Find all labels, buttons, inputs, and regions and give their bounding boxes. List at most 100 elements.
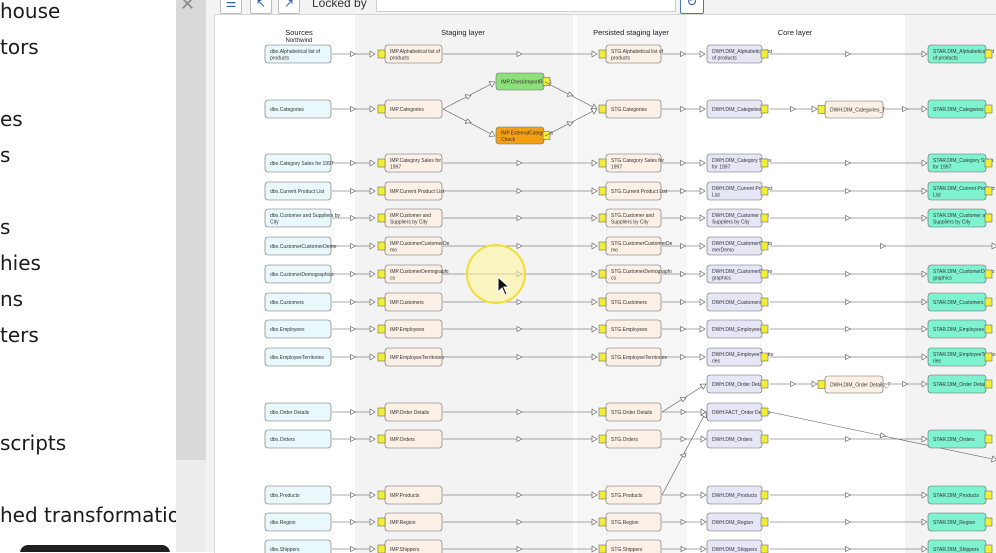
- persisted-node[interactable]: STG.CustomerDemographics: [598, 264, 672, 284]
- core-node[interactable]: DWH.DIM_Region: [706, 512, 769, 532]
- staging-node[interactable]: IMP.CustomerCustomerDemo: [377, 236, 450, 256]
- node-label: IMP.Current Product List: [390, 189, 445, 195]
- source-node[interactable]: dbo.Employees: [264, 319, 332, 339]
- sidebar-scrollbar[interactable]: [176, 0, 206, 460]
- core-transform-node[interactable]: DWH.DIM_Categories_T: [817, 100, 885, 119]
- persisted-node[interactable]: STG.Orders: [598, 429, 662, 449]
- core-transform-node[interactable]: DWH.DIM_Order Details_T: [817, 375, 891, 394]
- close-icon[interactable]: ✕: [180, 0, 195, 15]
- source-node[interactable]: dbo.Categories: [264, 99, 332, 119]
- star-node[interactable]: STAR.DIM_EmployeeTerritories: [927, 347, 996, 367]
- staging-node[interactable]: IMP.Category Sales for1997: [377, 153, 443, 173]
- source-node[interactable]: dbo.Products: [264, 485, 332, 505]
- source-node[interactable]: dbo.Shippers: [264, 539, 332, 553]
- star-node[interactable]: STAR.DIM_Shippers: [927, 539, 993, 553]
- sidebar-item[interactable]: ns: [0, 287, 23, 311]
- persisted-node[interactable]: STG.Current Product List: [598, 181, 668, 201]
- sidebar-item[interactable]: scripts: [0, 431, 66, 455]
- source-node[interactable]: dbo.Category Sales for 1997: [264, 153, 334, 173]
- node-label: DWH.DIM_Customers: [712, 300, 762, 306]
- locked-by-field[interactable]: [376, 0, 676, 12]
- staging-node[interactable]: IMP.EmployeeTerritories: [377, 347, 444, 367]
- staging-node[interactable]: IMP.Region: [377, 512, 443, 532]
- staging-node[interactable]: IMP.Current Product List: [377, 181, 445, 201]
- node-badge: [984, 297, 993, 307]
- star-node[interactable]: STAR.DIM_Current ProductList: [927, 181, 995, 201]
- sidebar-item[interactable]: tors: [0, 35, 39, 59]
- source-node[interactable]: dbo.Order Details: [264, 402, 332, 422]
- node-label: ries: [712, 358, 721, 364]
- node-badge: [984, 352, 993, 362]
- persisted-node[interactable]: STG.Customers: [598, 292, 662, 312]
- cursor-highlight: [466, 244, 526, 304]
- staging-node[interactable]: IMP.Employees: [377, 319, 443, 339]
- staging-node[interactable]: IMP.Products: [377, 485, 443, 505]
- core-node[interactable]: DWH.DIM_Order Details: [706, 374, 769, 394]
- star-node[interactable]: STAR.DIM_CustomerDemographics: [927, 264, 995, 284]
- sidebar-item[interactable]: house: [0, 0, 60, 23]
- sidebar-item[interactable]: hies: [0, 251, 41, 275]
- staging-node[interactable]: IMP.CustomerDemographics: [377, 264, 449, 284]
- sidebar-item[interactable]: s: [0, 143, 10, 167]
- undo-icon[interactable]: ↖: [250, 0, 272, 14]
- star-node[interactable]: STAR.DIM_Customers: [927, 292, 993, 312]
- source-node[interactable]: dbo.Current Product List: [264, 181, 332, 201]
- node-badge: [817, 380, 826, 389]
- staging-node[interactable]: IMP.Shippers: [377, 539, 443, 553]
- star-node[interactable]: STAR.DIM_Employees: [927, 319, 993, 339]
- source-node[interactable]: dbo.EmployeeTerritories: [264, 347, 332, 367]
- staging-node[interactable]: IMP.Categories: [377, 99, 443, 119]
- source-node[interactable]: dbo.Orders: [264, 429, 332, 449]
- star-node[interactable]: STAR.DIM_Orders: [927, 429, 993, 449]
- staging-node[interactable]: IMP.Customer andSuppliers by City: [377, 208, 443, 228]
- staging-node[interactable]: IMP.Alphabetical list ofproducts: [377, 44, 443, 64]
- core-node[interactable]: DWH.DIM_Shippers: [706, 539, 769, 553]
- star-node[interactable]: STAR.DIM_Alphabetical listof products: [927, 44, 995, 64]
- star-node[interactable]: STAR.DIM_Order Details: [927, 374, 993, 394]
- source-node[interactable]: dbo.Customer and Suppliers byCity: [264, 208, 341, 228]
- list-icon[interactable]: ☰: [220, 0, 242, 14]
- staging-node[interactable]: IMP.Customers: [377, 292, 443, 312]
- check-node[interactable]: IMP.CheckImportRows: [495, 72, 552, 91]
- star-node[interactable]: STAR.DIM_Categories: [927, 99, 993, 119]
- star-node[interactable]: STAR.DIM_Region: [927, 512, 993, 532]
- sidebar-item[interactable]: ters: [0, 323, 39, 347]
- node-label: IMP.Shippers: [390, 547, 420, 553]
- persisted-node[interactable]: STG.Customer andSuppliers by City: [598, 208, 662, 228]
- source-node[interactable]: dbo.Alphabetical list ofproducts: [264, 44, 332, 64]
- staging-node[interactable]: IMP.Orders: [377, 429, 443, 449]
- source-node[interactable]: dbo.CustomerDemographics: [264, 264, 334, 284]
- sidebar-item[interactable]: s: [0, 215, 10, 239]
- core-node[interactable]: DWH.DIM_Categories: [706, 99, 769, 119]
- staging-node[interactable]: IMP.Order Details: [377, 402, 443, 422]
- core-node[interactable]: DWH.FACT_Order Details: [706, 402, 771, 422]
- star-node[interactable]: STAR.DIM_Customer andSuppliers by City: [927, 208, 993, 228]
- persisted-node[interactable]: STG.Shippers: [598, 539, 662, 553]
- persisted-node[interactable]: STG.Categories: [598, 99, 662, 119]
- core-node[interactable]: DWH.DIM_Customers: [706, 292, 769, 312]
- core-node[interactable]: DWH.DIM_Orders: [706, 429, 769, 449]
- star-node[interactable]: STAR.DIM_Category Salesfor 1997: [927, 153, 994, 173]
- persisted-node[interactable]: STG.Region: [598, 512, 662, 532]
- sidebar-item[interactable]: hed transformation: [0, 503, 176, 527]
- persisted-node[interactable]: STG.Employees: [598, 319, 662, 339]
- core-node[interactable]: DWH.DIM_Employees: [706, 319, 769, 339]
- source-node[interactable]: dbo.Region: [264, 512, 332, 532]
- persisted-node[interactable]: STG.Alphabetical list ofproducts: [598, 44, 664, 64]
- core-node[interactable]: DWH.DIM_Category Salesfor 1997: [706, 153, 772, 173]
- persisted-node[interactable]: STG.Products: [598, 485, 662, 505]
- flow-arrowhead: [350, 51, 357, 57]
- node-label: dbo.Orders: [270, 437, 296, 443]
- persisted-node[interactable]: STG.Order Details: [598, 402, 662, 422]
- core-node[interactable]: DWH.DIM_Customer andSuppliers by City: [706, 208, 769, 228]
- persisted-node[interactable]: STG.EmployeeTerritories: [598, 347, 667, 367]
- core-node[interactable]: DWH.DIM_Products: [706, 485, 769, 505]
- refresh-icon[interactable]: ↻: [680, 0, 704, 14]
- star-node[interactable]: STAR.DIM_Products: [927, 485, 993, 505]
- sidebar-item[interactable]: es: [0, 107, 23, 131]
- persisted-node[interactable]: STG.Category Sales for1997: [598, 153, 664, 173]
- source-node[interactable]: dbo.CustomerCustomerDemo: [264, 236, 337, 256]
- redo-icon[interactable]: ↗: [278, 0, 300, 14]
- lineage-canvas[interactable]: Sources Staging layer Persisted staging la…: [214, 14, 996, 553]
- source-node[interactable]: dbo.Customers: [264, 292, 332, 312]
